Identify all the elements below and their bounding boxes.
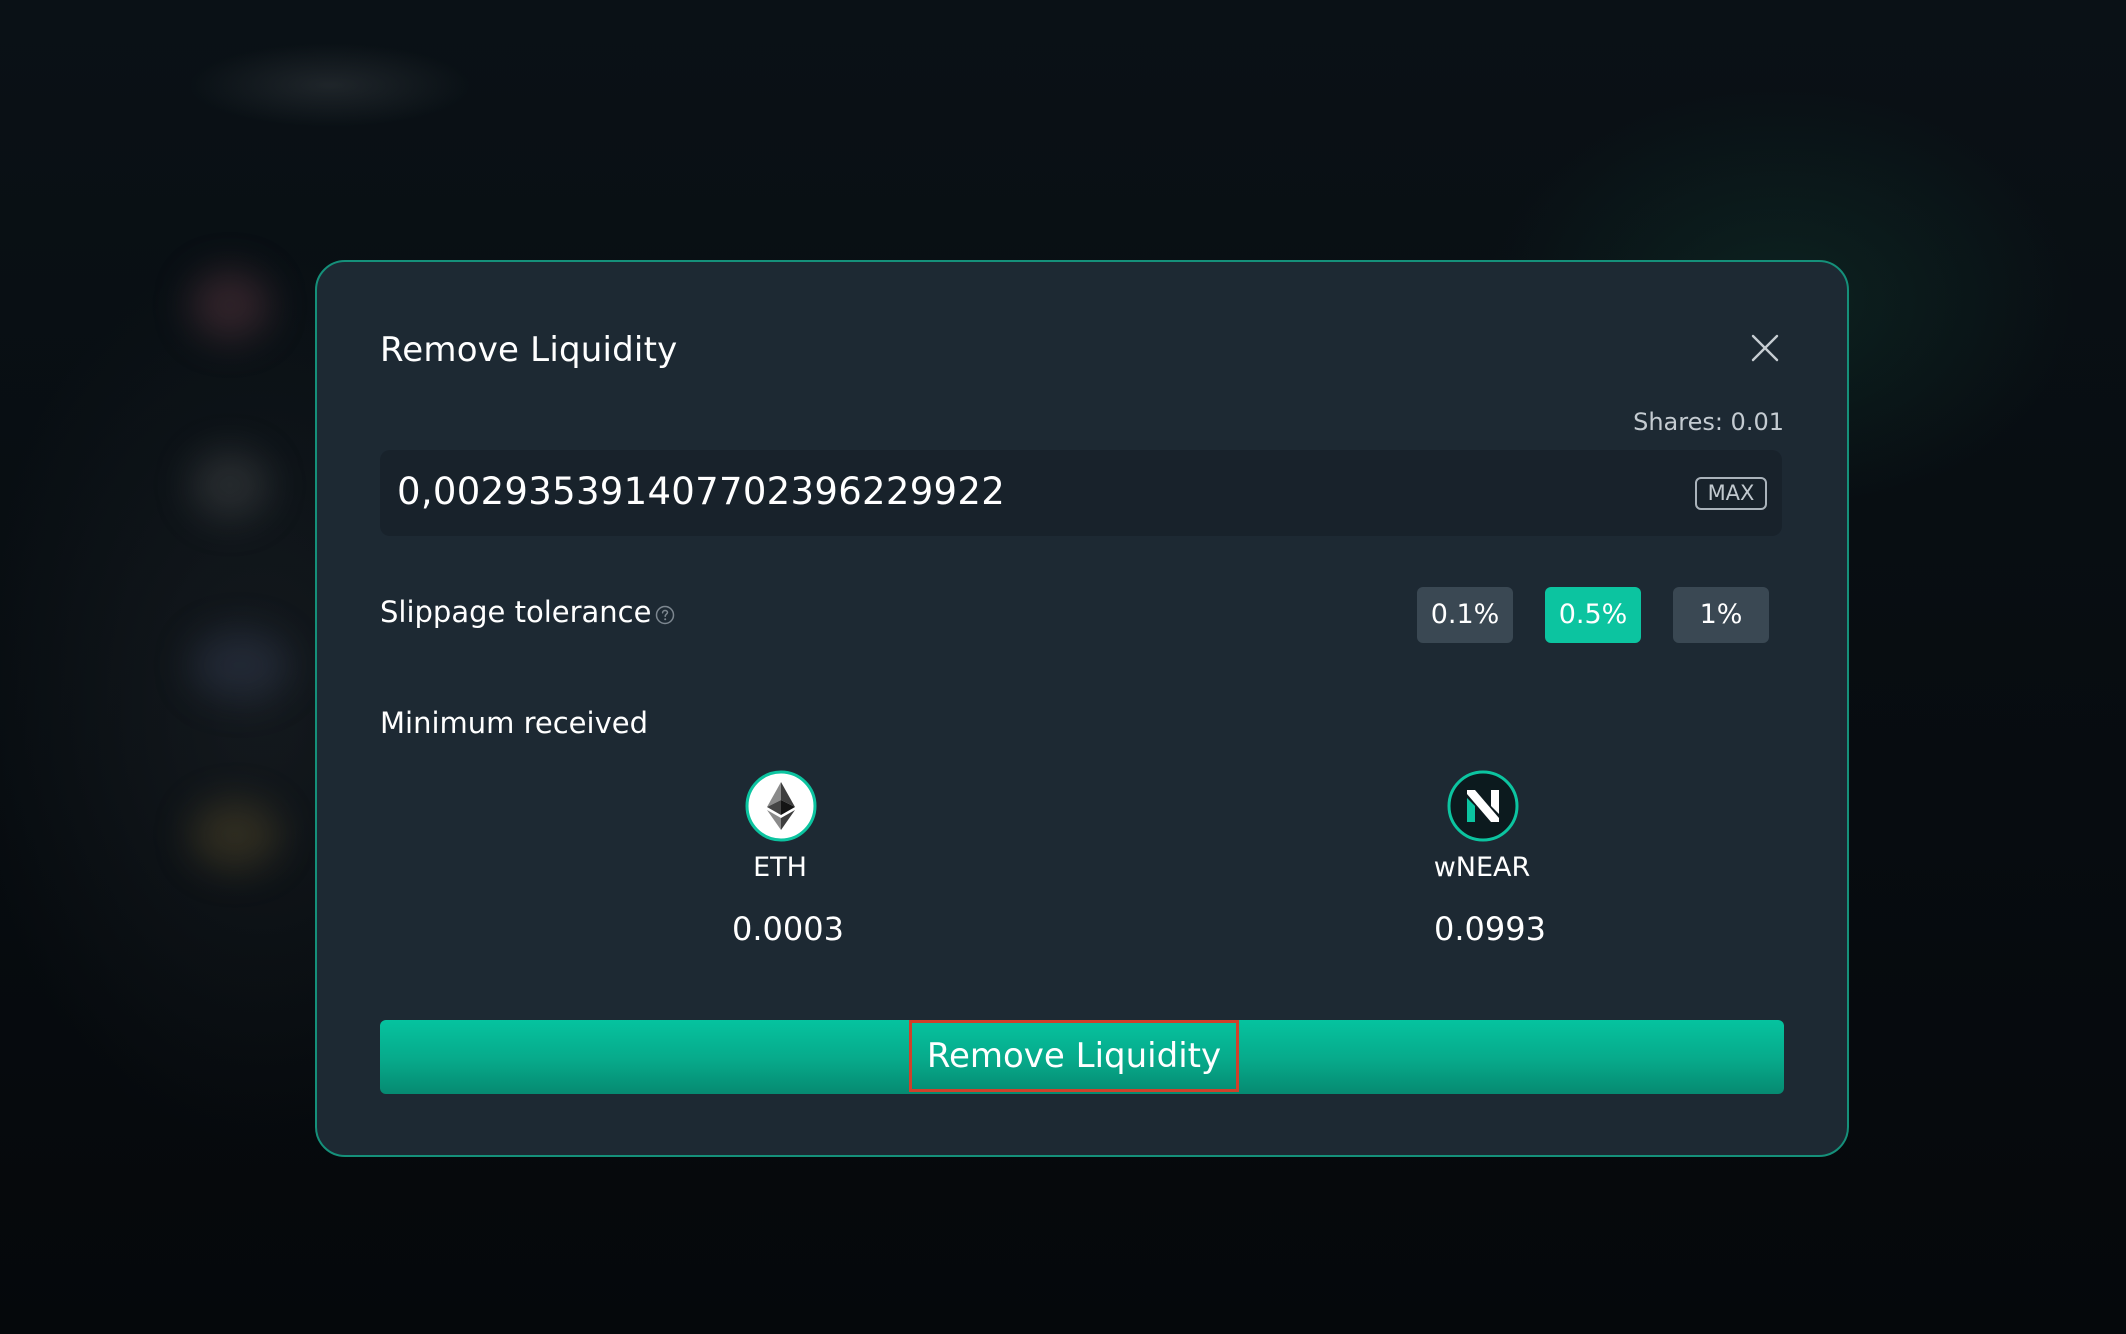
remove-liquidity-modal: Remove Liquidity Shares: 0.01 0,00293539… <box>315 260 1849 1157</box>
token-symbol: wNEAR <box>1433 852 1531 883</box>
near-icon <box>1447 770 1519 842</box>
amount-input-value[interactable]: 0,002935391407702396229922 <box>397 470 1005 513</box>
close-icon <box>1751 334 1779 362</box>
remove-liquidity-button-label[interactable]: Remove Liquidity <box>909 1020 1239 1092</box>
slippage-label: Slippage tolerance <box>380 595 652 629</box>
slippage-option-1[interactable]: 1% <box>1673 587 1769 643</box>
slippage-option-0-1[interactable]: 0.1% <box>1417 587 1513 643</box>
modal-title: Remove Liquidity <box>380 330 678 370</box>
minimum-received-label: Minimum received <box>380 706 648 740</box>
shares-balance: Shares: 0.01 <box>1633 408 1784 436</box>
token-amount: 0.0993 <box>1434 910 1546 948</box>
slippage-option-0-5[interactable]: 0.5% <box>1545 587 1641 643</box>
background-blur-shape <box>190 450 270 520</box>
help-icon[interactable] <box>655 605 675 625</box>
ethereum-icon <box>745 770 817 842</box>
close-button[interactable] <box>1747 330 1783 366</box>
token-wnear: wNEAR 0.0993 <box>1382 770 1582 970</box>
max-button[interactable]: MAX <box>1695 477 1767 510</box>
remove-liquidity-button[interactable]: Remove Liquidity <box>380 1020 1784 1094</box>
amount-input[interactable]: 0,002935391407702396229922 MAX <box>380 450 1782 536</box>
background-blur-shape <box>190 800 280 870</box>
token-eth: ETH 0.0003 <box>680 770 880 970</box>
background-blur-shape <box>190 270 270 340</box>
token-symbol: ETH <box>753 852 807 883</box>
token-amount: 0.0003 <box>732 910 844 948</box>
background-blur-shape <box>190 630 290 700</box>
